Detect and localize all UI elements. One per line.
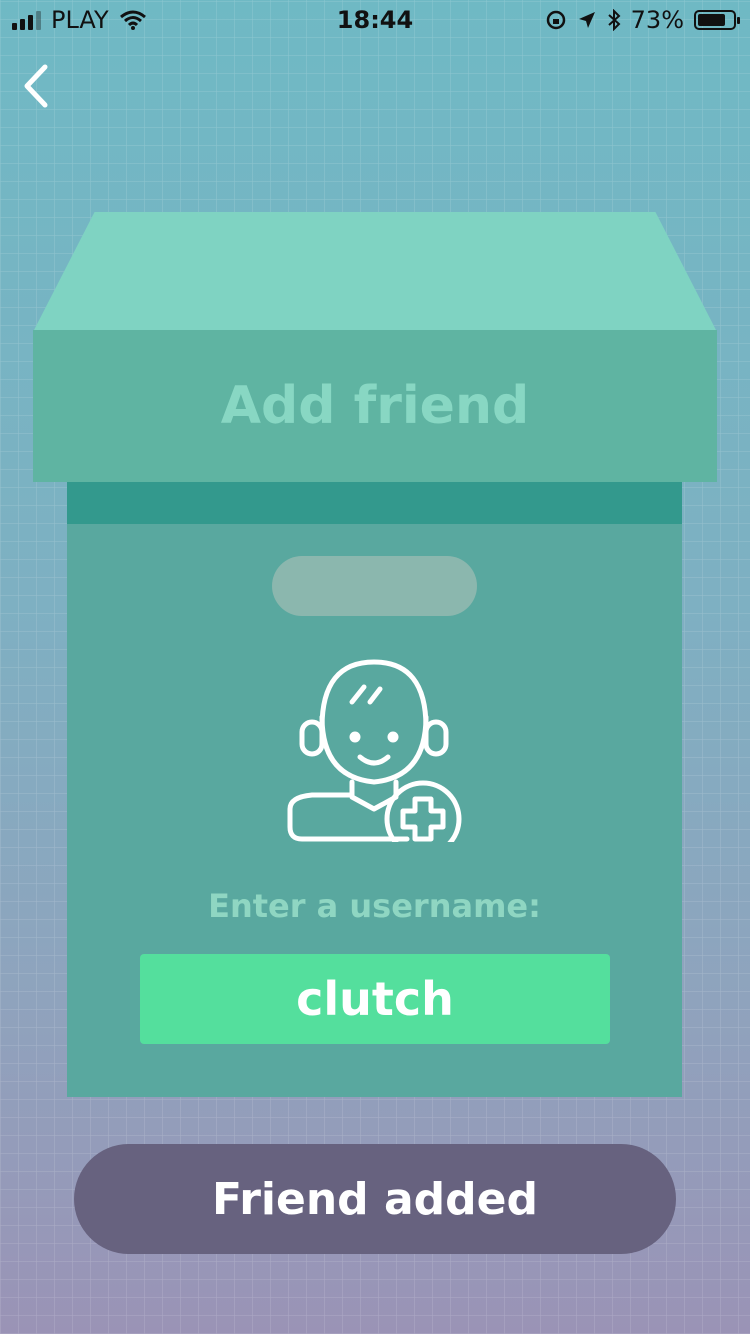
box-lid-front: Add friend <box>33 330 717 482</box>
chevron-left-icon <box>24 64 48 108</box>
location-icon <box>578 12 595 28</box>
friend-added-button[interactable]: Friend added <box>74 1144 676 1254</box>
username-field[interactable]: clutch <box>140 954 610 1044</box>
battery-icon <box>694 10 740 30</box>
battery-percent: 73% <box>630 6 684 34</box>
add-friend-card: Enter a username: clutch <box>67 482 682 1097</box>
username-prompt: Enter a username: <box>208 887 541 925</box>
back-button[interactable] <box>16 62 56 110</box>
status-bar: PLAY 18:44 73% <box>0 0 750 40</box>
box-band <box>67 482 682 524</box>
rotation-lock-icon <box>546 10 565 30</box>
status-right: 73% <box>545 6 740 34</box>
box-lid-top <box>33 212 717 332</box>
box-slot <box>272 556 477 616</box>
user-add-icon <box>287 659 462 842</box>
page-title: Add friend <box>220 376 530 436</box>
bluetooth-icon <box>607 9 621 31</box>
